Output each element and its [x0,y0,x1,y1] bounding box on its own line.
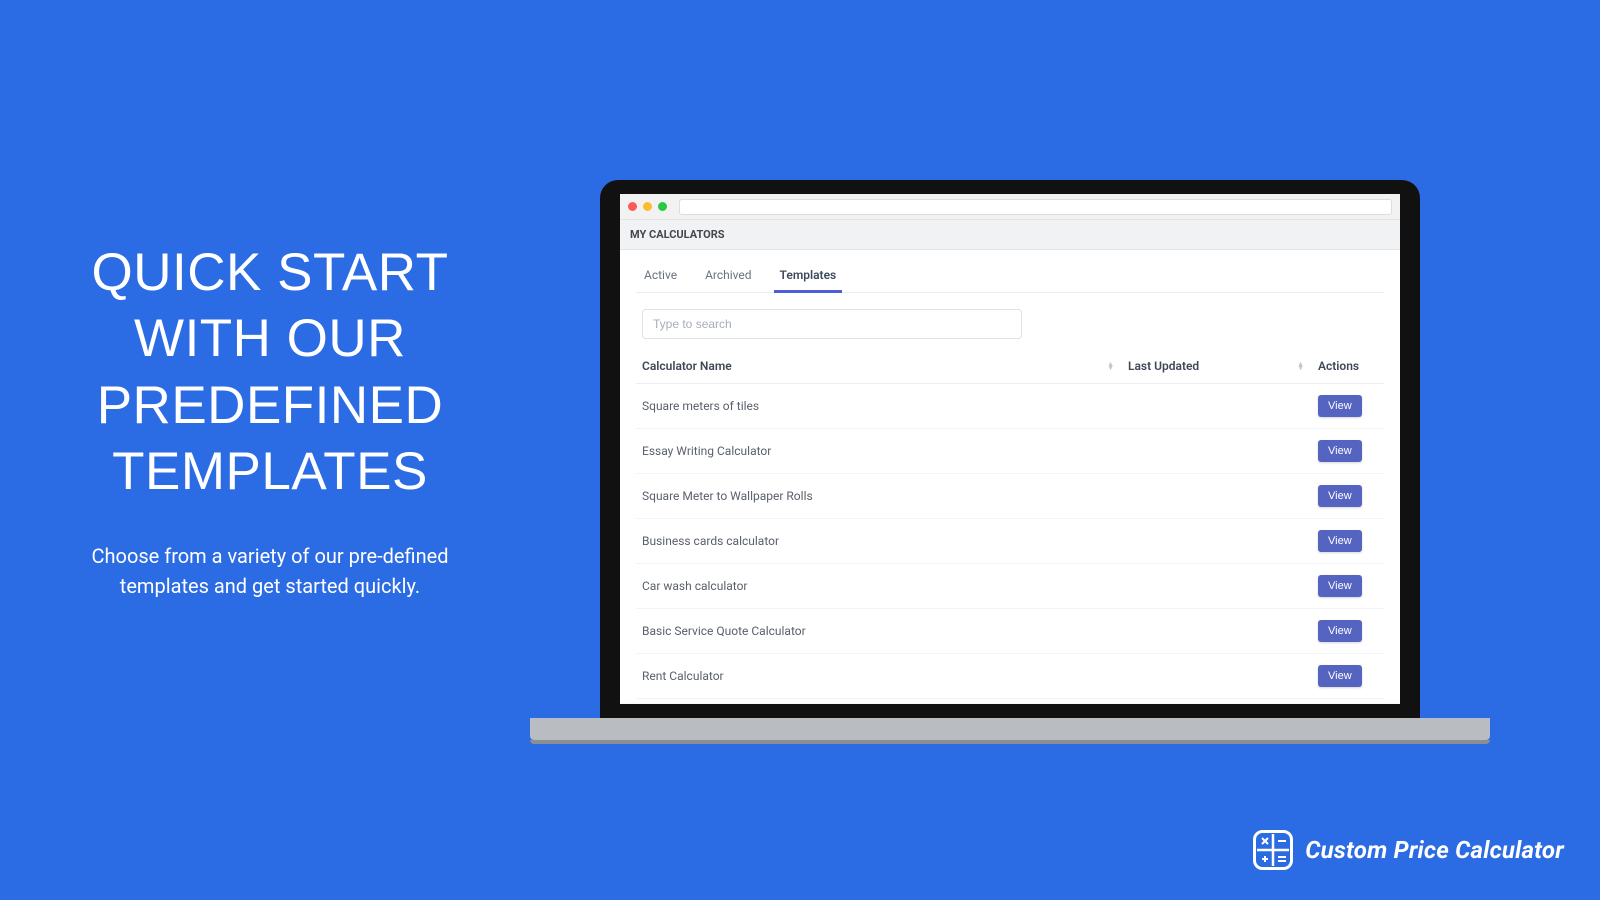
sort-icon[interactable]: ▲▼ [1297,362,1304,370]
laptop-bezel: MY CALCULATORS Active Archived Templates C… [600,180,1420,718]
laptop-mockup: MY CALCULATORS Active Archived Templates C… [530,180,1490,740]
column-header-name-label: Calculator Name [642,359,732,373]
cell-name: Essay Writing Calculator [642,444,1128,458]
search-wrap [636,293,1384,349]
table-row: Square meters of tiles View [636,384,1384,429]
table-row: Price based on volumeView [636,699,1384,704]
table-row: Basic Service Quote Calculator View [636,609,1384,654]
table-row: Car wash calculator View [636,564,1384,609]
view-button[interactable]: View [1318,440,1362,462]
cell-actions: View [1318,575,1378,597]
hero-block: QUICK START WITH OUR PREDEFINED TEMPLATE… [55,240,485,601]
templates-table: Calculator Name ▲▼ Last Updated ▲▼ Actio… [636,349,1384,704]
table-header: Calculator Name ▲▼ Last Updated ▲▼ Actio… [636,349,1384,384]
cell-actions: View [1318,440,1378,462]
column-header-actions: Actions [1318,359,1378,373]
calculator-icon [1253,830,1293,870]
url-bar[interactable] [679,199,1392,215]
cell-actions: View [1318,395,1378,417]
table-body: Square meters of tilesViewEssay Writing … [636,384,1384,704]
table-row: Rent Calculator View [636,654,1384,699]
window-close-icon[interactable] [628,202,637,211]
view-button[interactable]: View [1318,575,1362,597]
laptop-base [530,718,1490,740]
cell-name: Square meters of tiles [642,399,1128,413]
window-maximize-icon[interactable] [658,202,667,211]
cell-name: Basic Service Quote Calculator [642,624,1128,638]
cell-name: Business cards calculator [642,534,1128,548]
app-body: Active Archived Templates Calculator Name … [620,250,1400,703]
cell-actions: View [1318,485,1378,507]
cell-name: Rent Calculator [642,669,1128,683]
section-title: MY CALCULATORS [620,220,1400,250]
brand-logo: Custom Price Calculator [1253,830,1564,870]
cell-actions: View [1318,530,1378,552]
column-header-name[interactable]: Calculator Name ▲▼ [642,359,1128,373]
view-button[interactable]: View [1318,485,1362,507]
hero-subtitle: Choose from a variety of our pre-defined… [55,541,485,601]
cell-actions: View [1318,620,1378,642]
window-minimize-icon[interactable] [643,202,652,211]
table-row: Essay Writing Calculator View [636,429,1384,474]
tab-archived[interactable]: Archived [703,262,753,292]
view-button[interactable]: View [1318,620,1362,642]
cell-actions: View [1318,665,1378,687]
browser-chrome [620,194,1400,220]
tab-active[interactable]: Active [642,262,679,292]
view-button[interactable]: View [1318,665,1362,687]
column-header-updated-label: Last Updated [1128,359,1199,373]
sort-icon[interactable]: ▲▼ [1107,362,1114,370]
column-header-actions-label: Actions [1318,359,1359,373]
table-row: Square Meter to Wallpaper Rolls View [636,474,1384,519]
cell-name: Square Meter to Wallpaper Rolls [642,489,1128,503]
view-button[interactable]: View [1318,395,1362,417]
hero-title: QUICK START WITH OUR PREDEFINED TEMPLATE… [55,240,485,505]
table-row: Business cards calculator View [636,519,1384,564]
tabs: Active Archived Templates [636,250,1384,293]
column-header-updated[interactable]: Last Updated ▲▼ [1128,359,1318,373]
brand-name: Custom Price Calculator [1305,836,1564,864]
laptop-screen: MY CALCULATORS Active Archived Templates C… [620,194,1400,704]
cell-name: Car wash calculator [642,579,1128,593]
tab-templates[interactable]: Templates [778,262,839,292]
view-button[interactable]: View [1318,530,1362,552]
search-input[interactable] [642,309,1022,339]
